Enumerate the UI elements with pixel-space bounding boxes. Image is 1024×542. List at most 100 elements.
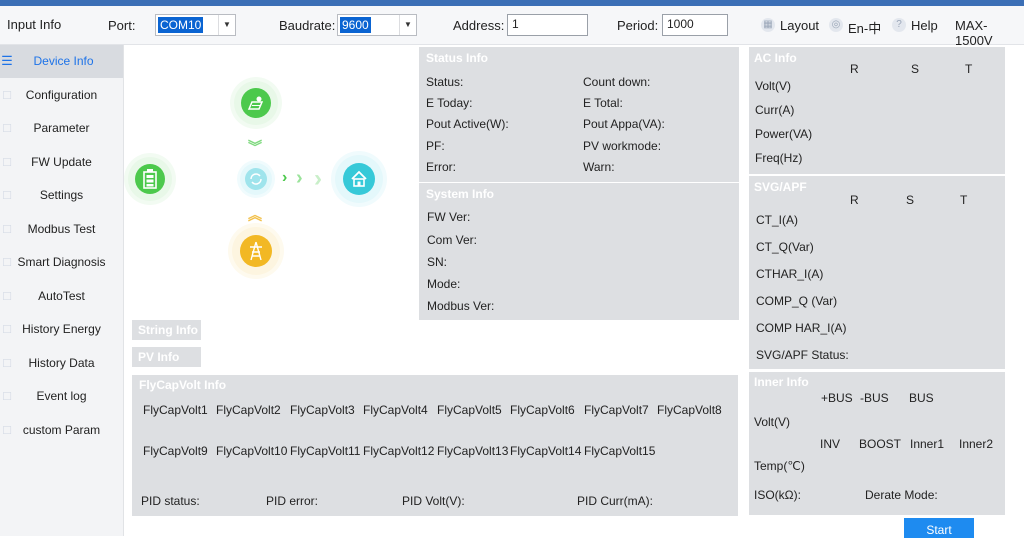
flycapvolt-label: FlyCapVolt11 bbox=[290, 444, 361, 458]
sidebar-item-configuration[interactable]: □ Configuration bbox=[0, 79, 123, 112]
flycapvolt-label: FlyCapVolt9 bbox=[143, 444, 208, 458]
derate-mode-label: Derate Mode: bbox=[865, 488, 938, 502]
sidebar-item-settings[interactable]: □ Settings bbox=[0, 179, 123, 212]
sidebar-item-label: custom Param bbox=[22, 423, 101, 437]
phase-r-header: R bbox=[850, 62, 859, 76]
data-icon: □ bbox=[3, 355, 11, 370]
com-ver-label: Com Ver: bbox=[427, 233, 478, 247]
flycapvolt-label: FlyCapVolt4 bbox=[363, 403, 428, 417]
address-input[interactable]: 1 bbox=[507, 14, 588, 36]
pid-error-label: PID error: bbox=[266, 494, 319, 508]
flycapvolt-label: FlyCapVolt14 bbox=[510, 444, 582, 458]
sn-label: SN: bbox=[427, 255, 448, 269]
period-input[interactable]: 1000 bbox=[662, 14, 728, 36]
inv-header: INV bbox=[820, 437, 841, 451]
flow-arrow-up-icon: ︽ bbox=[248, 207, 262, 223]
phase-s-header: S bbox=[906, 193, 915, 207]
layout-icon: ▦ bbox=[761, 18, 775, 32]
language-button[interactable]: En-中 bbox=[848, 18, 881, 37]
e-today-label: E Today: bbox=[426, 96, 473, 110]
sidebar-item-smart-diagnosis[interactable]: □ Smart Diagnosis bbox=[0, 246, 123, 279]
autotest-icon: □ bbox=[3, 288, 11, 303]
help-button[interactable]: Help bbox=[911, 18, 938, 33]
pv-workmode-label: PV workmode: bbox=[583, 139, 662, 153]
inner2-header: Inner2 bbox=[959, 437, 994, 451]
sidebar-item-modbus-test[interactable]: □ Modbus Test bbox=[0, 213, 123, 246]
sidebar-item-event-log[interactable]: □ Event log bbox=[0, 380, 123, 413]
phase-r-header: R bbox=[850, 193, 859, 207]
flycapvolt-label: FlyCapVolt6 bbox=[510, 403, 575, 417]
flycapvolt-label: FlyCapVolt10 bbox=[216, 444, 288, 458]
sidebar-item-custom-param[interactable]: □ custom Param bbox=[0, 414, 123, 447]
string-info-title: String Info bbox=[138, 323, 198, 337]
port-label: Port: bbox=[108, 18, 136, 33]
flycapvolt-label: FlyCapVolt13 bbox=[437, 444, 509, 458]
ct-q-label: CT_Q(Var) bbox=[756, 240, 814, 254]
sidebar-item-label: FW Update bbox=[31, 155, 92, 169]
modbus-ver-label: Modbus Ver: bbox=[427, 299, 495, 313]
chevron-down-icon: ▼ bbox=[218, 15, 235, 35]
sidebar-item-fw-update[interactable]: □ FW Update bbox=[0, 146, 123, 179]
svg-apf-status-label: SVG/APF Status: bbox=[756, 348, 849, 362]
ct-i-label: CT_I(A) bbox=[756, 213, 798, 227]
sidebar-item-label: Settings bbox=[39, 188, 84, 202]
flow-arrow-down-icon: ︾ bbox=[248, 139, 262, 155]
flow-arrow-right-icon: › bbox=[314, 165, 322, 192]
baudrate-label: Baudrate: bbox=[279, 18, 336, 33]
help-icon: ? bbox=[892, 18, 906, 32]
sidebar-item-history-energy[interactable]: □ History Energy bbox=[0, 313, 123, 346]
inner1-header: Inner1 bbox=[910, 437, 945, 451]
test-icon: □ bbox=[3, 221, 11, 236]
flycapvolt-label: FlyCapVolt15 bbox=[584, 444, 656, 458]
volt-label: Volt(V) bbox=[755, 79, 792, 93]
system-info-title: System Info bbox=[426, 187, 495, 201]
e-total-label: E Total: bbox=[583, 96, 623, 110]
pout-appa-label: Pout Appa(VA): bbox=[583, 117, 665, 131]
start-button[interactable]: Start bbox=[904, 518, 974, 538]
flycapvolt-label: FlyCapVolt2 bbox=[216, 403, 281, 417]
pf-label: PF: bbox=[426, 139, 445, 153]
config-icon: □ bbox=[3, 87, 11, 102]
svg-apf-panel: SVG/APF R S T CT_I(A) CT_Q(Var) CTHAR_I(… bbox=[749, 176, 1005, 369]
param-icon: □ bbox=[3, 422, 11, 437]
power-label: Power(VA) bbox=[755, 127, 813, 141]
flycapvolt-label: FlyCapVolt1 bbox=[143, 403, 208, 417]
inner-info-title: Inner Info bbox=[754, 375, 809, 389]
sidebar-item-autotest[interactable]: □ AutoTest bbox=[0, 280, 123, 313]
error-label: Error: bbox=[426, 160, 456, 174]
string-info-panel[interactable]: String Info bbox=[132, 320, 201, 340]
port-select[interactable]: COM10 ▼ bbox=[155, 14, 236, 36]
baudrate-select[interactable]: 9600 ▼ bbox=[337, 14, 417, 36]
flycapvolt-info-panel: FlyCapVolt Info FlyCapVolt1 FlyCapVolt2 … bbox=[132, 375, 738, 516]
pv-info-panel[interactable]: PV Info bbox=[132, 347, 201, 367]
inverter-icon bbox=[245, 168, 267, 190]
battery-icon bbox=[135, 164, 165, 194]
grid-tower-icon bbox=[240, 235, 272, 267]
volt-label: Volt(V) bbox=[754, 415, 791, 429]
flow-arrow-right-icon: › bbox=[282, 169, 288, 186]
sidebar-item-history-data[interactable]: □ History Data bbox=[0, 347, 123, 380]
energy-flow-diagram: ︾ ︽ › › › bbox=[124, 45, 419, 320]
iso-label: ISO(kΩ): bbox=[754, 488, 801, 502]
sidebar-item-device-info[interactable]: ☰ Device Info bbox=[0, 45, 123, 78]
pout-active-label: Pout Active(W): bbox=[426, 117, 509, 131]
layout-button[interactable]: Layout bbox=[780, 18, 819, 33]
freq-label: Freq(Hz) bbox=[755, 151, 803, 165]
status-info-title: Status Info bbox=[426, 51, 488, 65]
address-label: Address: bbox=[453, 18, 505, 33]
diagnosis-icon: □ bbox=[3, 254, 11, 269]
model-label: MAX-1500V bbox=[955, 18, 993, 48]
flycapvolt-label: FlyCapVolt3 bbox=[290, 403, 355, 417]
document-icon: ☰ bbox=[1, 53, 13, 68]
pbus-header: +BUS bbox=[821, 391, 853, 405]
home-icon bbox=[343, 163, 375, 195]
comp-har-i-label: COMP HAR_I(A) bbox=[756, 321, 847, 335]
port-value: COM10 bbox=[158, 17, 204, 33]
baudrate-value: 9600 bbox=[340, 17, 371, 33]
flycapvolt-label: FlyCapVolt7 bbox=[584, 403, 649, 417]
input-info-label: Input Info bbox=[7, 17, 62, 32]
ac-info-title: AC Info bbox=[754, 51, 797, 65]
comp-q-label: COMP_Q (Var) bbox=[756, 294, 838, 308]
sidebar-item-parameter[interactable]: □ Parameter bbox=[0, 112, 123, 145]
phase-t-header: T bbox=[960, 193, 968, 207]
